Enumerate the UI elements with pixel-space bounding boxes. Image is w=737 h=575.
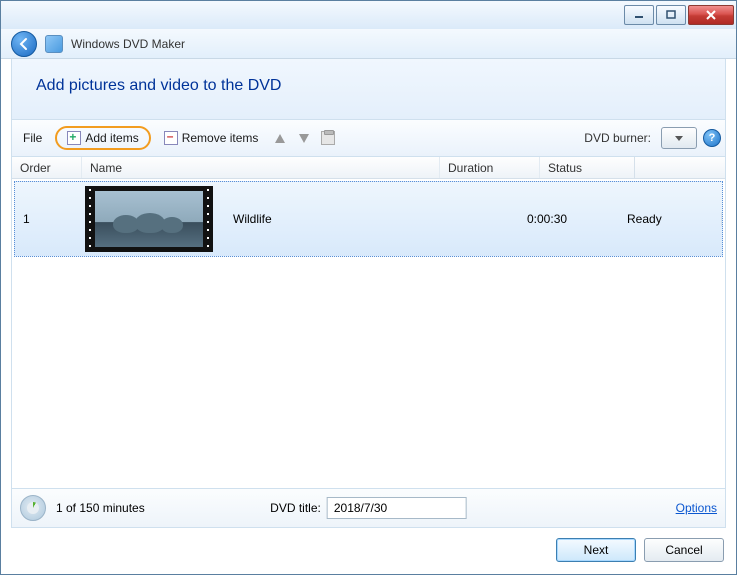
- item-name: Wildlife: [225, 212, 527, 226]
- close-button[interactable]: [688, 5, 734, 25]
- maximize-icon: [666, 10, 676, 20]
- remove-items-label: Remove items: [182, 131, 259, 145]
- col-name[interactable]: Name: [82, 157, 440, 178]
- item-duration: 0:00:30: [527, 212, 627, 226]
- minimize-icon: [634, 10, 644, 20]
- footer: Next Cancel: [1, 528, 736, 574]
- move-down-button[interactable]: [295, 129, 313, 147]
- toolbar: File Add items Remove items DVD burner: …: [11, 120, 726, 157]
- col-tail: [635, 157, 725, 178]
- list-item[interactable]: 1 Wildlife 0:00:30 Ready: [14, 181, 723, 257]
- dvd-title-group: DVD title:: [270, 497, 467, 519]
- next-label: Next: [584, 543, 609, 557]
- content-area: Add pictures and video to the DVD File A…: [1, 59, 736, 528]
- move-up-button[interactable]: [271, 129, 289, 147]
- col-status[interactable]: Status: [540, 157, 635, 178]
- add-icon: [67, 131, 81, 145]
- status-bar: 1 of 150 minutes DVD title: Options: [11, 489, 726, 528]
- cancel-button[interactable]: Cancel: [644, 538, 724, 562]
- col-order[interactable]: Order: [12, 157, 82, 178]
- help-icon: ?: [709, 132, 716, 144]
- back-arrow-icon: [17, 37, 31, 51]
- col-duration[interactable]: Duration: [440, 157, 540, 178]
- page-heading: Add pictures and video to the DVD: [36, 77, 701, 95]
- cancel-label: Cancel: [665, 543, 702, 557]
- list-header: Order Name Duration Status: [12, 157, 725, 179]
- filmstrip-icon: [85, 186, 213, 252]
- window-controls: [622, 5, 734, 25]
- chevron-down-icon: [675, 136, 683, 141]
- clipboard-icon: [321, 131, 335, 145]
- maximize-button[interactable]: [656, 5, 686, 25]
- dvd-burner-select[interactable]: [661, 127, 697, 149]
- dvd-burner-label: DVD burner:: [584, 131, 651, 145]
- disc-usage-icon: [20, 495, 46, 521]
- add-items-label: Add items: [85, 131, 138, 145]
- file-label: File: [23, 131, 42, 145]
- close-icon: [705, 10, 717, 20]
- dvd-title-input[interactable]: [327, 497, 467, 519]
- app-icon: [45, 35, 63, 53]
- dvd-title-label: DVD title:: [270, 501, 321, 515]
- heading-block: Add pictures and video to the DVD: [11, 59, 726, 120]
- back-button[interactable]: [11, 31, 37, 57]
- item-thumbnail: [85, 186, 225, 252]
- next-button[interactable]: Next: [556, 538, 636, 562]
- app-window: Windows DVD Maker Add pictures and video…: [0, 0, 737, 575]
- titlebar: [1, 1, 736, 29]
- minimize-button[interactable]: [624, 5, 654, 25]
- add-items-button[interactable]: Add items: [55, 126, 150, 150]
- minutes-text: 1 of 150 minutes: [56, 501, 145, 515]
- item-list: Order Name Duration Status 1 Wildlife 0:…: [11, 157, 726, 489]
- options-link[interactable]: Options: [676, 501, 717, 515]
- remove-icon: [164, 131, 178, 145]
- navbar: Windows DVD Maker: [1, 29, 736, 59]
- arrow-up-icon: [275, 134, 285, 143]
- help-button[interactable]: ?: [703, 129, 721, 147]
- file-menu[interactable]: File: [16, 128, 49, 148]
- item-status: Ready: [627, 212, 722, 226]
- arrow-down-icon: [299, 134, 309, 143]
- paste-button[interactable]: [319, 129, 337, 147]
- app-title: Windows DVD Maker: [71, 37, 185, 51]
- item-order: 1: [15, 212, 85, 226]
- remove-items-button[interactable]: Remove items: [157, 128, 266, 148]
